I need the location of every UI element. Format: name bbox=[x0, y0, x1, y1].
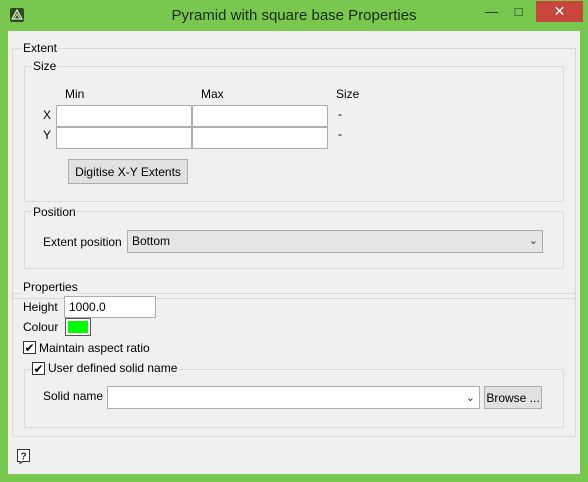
dialog-window: Pyramid with square base Properties — □ … bbox=[0, 0, 588, 482]
y-row-label: Y bbox=[43, 128, 52, 142]
digitise-extents-button-label: Digitise X-Y Extents bbox=[75, 164, 181, 179]
maintain-aspect-checkbox[interactable]: ✔ bbox=[23, 341, 36, 354]
size-group-label: Size bbox=[32, 59, 58, 73]
properties-group-label: Properties bbox=[22, 280, 79, 294]
position-group-label: Position bbox=[32, 205, 77, 219]
x-min-input[interactable] bbox=[56, 105, 192, 127]
colour-swatch-fill bbox=[68, 321, 88, 333]
close-button[interactable]: ✕ bbox=[536, 1, 583, 22]
chevron-down-icon: ⌄ bbox=[528, 235, 538, 247]
user-defined-name-checkbox[interactable]: ✔ bbox=[32, 362, 45, 375]
browse-button[interactable]: Browse ... bbox=[484, 386, 542, 409]
help-icon[interactable]: ? bbox=[16, 448, 32, 464]
maintain-aspect-label: Maintain aspect ratio bbox=[39, 341, 150, 355]
height-input[interactable]: 1000.0 bbox=[64, 296, 156, 318]
extent-group-label: Extent bbox=[22, 41, 59, 55]
solid-name-combo[interactable]: ⌄ bbox=[107, 386, 480, 409]
user-defined-name-label: User defined solid name bbox=[47, 361, 179, 375]
y-max-input[interactable] bbox=[192, 127, 328, 149]
colour-label: Colour bbox=[23, 320, 59, 334]
maximize-button[interactable]: □ bbox=[505, 1, 532, 21]
min-column-header: Min bbox=[65, 87, 85, 101]
size-column-header: Size bbox=[336, 87, 360, 101]
height-label: Height bbox=[23, 300, 58, 314]
max-column-header: Max bbox=[201, 87, 224, 101]
x-row-label: X bbox=[43, 108, 52, 122]
title-bar[interactable]: Pyramid with square base Properties — □ … bbox=[0, 0, 588, 31]
extent-position-select[interactable]: Bottom ⌄ bbox=[127, 230, 543, 253]
minimize-button[interactable]: — bbox=[478, 1, 505, 21]
x-size-value: - bbox=[338, 107, 342, 121]
colour-swatch[interactable] bbox=[65, 318, 91, 336]
y-min-input[interactable] bbox=[56, 127, 192, 149]
extent-position-label: Extent position bbox=[43, 235, 122, 249]
y-size-value: - bbox=[338, 127, 342, 141]
chevron-down-icon[interactable]: ⌄ bbox=[466, 391, 475, 404]
extent-position-value: Bottom bbox=[132, 234, 171, 248]
x-max-input[interactable] bbox=[192, 105, 328, 127]
dialog-body: Extent Size Min Max Size X - Y - Digitis… bbox=[8, 31, 580, 474]
svg-text:?: ? bbox=[20, 452, 26, 463]
solid-name-label: Solid name bbox=[43, 389, 104, 403]
digitise-extents-button[interactable]: Digitise X-Y Extents bbox=[68, 159, 188, 184]
browse-button-label: Browse ... bbox=[486, 390, 540, 405]
